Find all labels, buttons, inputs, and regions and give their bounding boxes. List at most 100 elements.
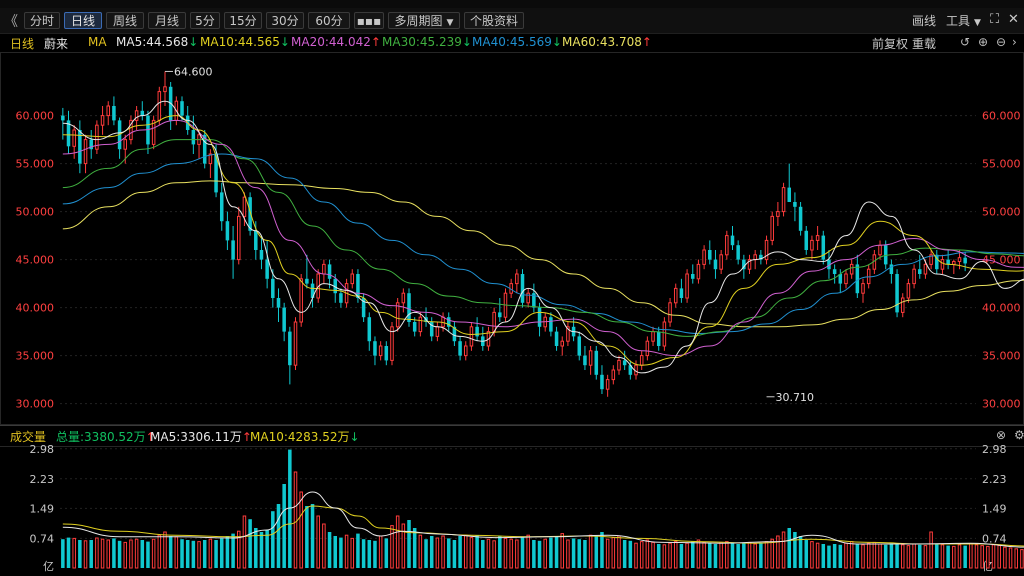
volume-bar-down <box>78 540 82 568</box>
volume-bar-down <box>918 544 922 568</box>
volume-bar-up <box>123 541 128 569</box>
settings-icon[interactable]: ⚙ <box>1014 428 1024 442</box>
volume-bar-up <box>242 515 247 569</box>
volume-bar-up <box>974 544 979 569</box>
volume-bar-up <box>441 535 445 569</box>
volume-bar-down <box>577 539 582 568</box>
candle-body-up <box>685 273 689 299</box>
volume-bar-up <box>747 541 752 569</box>
volume-bar-up <box>639 541 644 569</box>
volume-bar-up <box>492 540 496 569</box>
volume-bar-down <box>424 539 428 568</box>
volume-bar-down <box>889 543 894 568</box>
volume-bar-down <box>61 539 65 568</box>
volume-tick-label-right: 2.23 <box>982 473 1007 486</box>
candle-body-down <box>594 350 599 375</box>
volume-bar-down <box>827 545 831 568</box>
volume-ma5-text: MA5:3306.11万 <box>150 430 242 444</box>
volume-bar-up <box>844 542 848 569</box>
volume-bar-up <box>980 545 984 569</box>
volume-bar-up <box>906 545 911 569</box>
volume-bar-down <box>600 532 604 568</box>
candle-body-up <box>849 263 854 275</box>
volume-bar-down <box>327 532 332 568</box>
volume-bar-up <box>645 539 650 569</box>
candle-body-down <box>276 298 281 308</box>
volume-bar-up <box>151 538 156 569</box>
volume-bar-up <box>129 539 133 569</box>
candle-body-down <box>691 274 695 279</box>
volume-bar-up <box>662 544 667 569</box>
candle-body-up <box>134 110 139 121</box>
volume-bar-up <box>526 534 530 569</box>
volume-bar-up <box>969 543 973 569</box>
candle-body-up <box>322 263 326 275</box>
candle-body-up <box>418 316 423 333</box>
volume-bar-down <box>373 540 377 568</box>
volume-ma10-line <box>62 505 1024 547</box>
volume-bar-up <box>395 515 400 569</box>
candle-body-up <box>350 273 355 285</box>
volume-bar-up <box>401 523 406 569</box>
volume-bar-down <box>89 540 93 568</box>
candle-body-down <box>963 257 967 264</box>
candle-body-up <box>878 244 882 256</box>
candle-body-down <box>219 192 224 222</box>
volume-bar-up <box>515 539 519 569</box>
kline-chart[interactable]: 60.000 60.000 55.000 55.000 50.000 50.000 45.0… <box>0 0 1024 576</box>
volume-bar-up <box>673 541 678 569</box>
candle-body-down <box>855 264 860 294</box>
volume-bar-up <box>106 539 110 569</box>
volume-bar-down <box>191 540 196 568</box>
candle-body-down <box>254 230 258 250</box>
candle-body-up <box>696 263 701 280</box>
candle-body-up <box>906 283 911 299</box>
candle-body-up <box>611 369 616 381</box>
volume-bar-up <box>725 541 729 569</box>
candle-body-up <box>719 254 723 270</box>
candle-body-up <box>464 345 468 357</box>
candle-body-down <box>918 269 922 274</box>
volume-bar-up <box>293 471 298 569</box>
volume-bar-up <box>810 541 814 569</box>
candle-body-down <box>537 307 542 327</box>
candle-body-up <box>588 350 593 366</box>
price-tick-label-right: 50.000 <box>982 206 1021 219</box>
volume-bar-down <box>736 544 740 568</box>
volume-bar-down <box>214 540 218 568</box>
volume-bar-up <box>134 538 139 569</box>
price-tick-label-left: 60.000 <box>16 110 55 123</box>
volume-bar-down <box>787 528 791 568</box>
candle-body-down <box>373 341 377 356</box>
close-volume-icon[interactable]: ⊗ <box>996 428 1006 442</box>
candle-body-up <box>725 235 729 256</box>
volume-total-text: 总量:3380.52万 <box>56 430 146 444</box>
volume-bar-up <box>588 534 593 569</box>
volume-bar-down <box>895 544 899 568</box>
volume-ma5: MA5:3306.11万↑ <box>150 428 252 445</box>
volume-bar-up <box>764 541 769 569</box>
candle-body-up <box>673 287 678 304</box>
volume-bar-down <box>225 536 230 568</box>
volume-bar-up <box>543 538 547 569</box>
candle-body-down <box>288 331 292 366</box>
candle-body-down <box>736 245 740 260</box>
candle-body-down <box>231 240 235 260</box>
volume-bar-down <box>429 536 434 568</box>
volume-ma5-line <box>62 491 1024 548</box>
volume-bar-down <box>288 449 292 568</box>
candle-body-up <box>776 211 780 217</box>
candle-body-up <box>815 235 820 241</box>
candle-body-up <box>299 278 303 323</box>
candle-body-down <box>305 278 309 284</box>
volume-bar-up <box>100 538 105 569</box>
candle-body-up <box>163 86 167 93</box>
volume-bar-up <box>668 542 672 569</box>
candle-body-down <box>600 374 604 390</box>
volume-bar-up <box>503 537 508 569</box>
volume-bar-up <box>634 542 638 569</box>
volume-bar-down <box>679 544 684 568</box>
candle-body-up <box>810 239 814 251</box>
volume-bar-down <box>231 533 235 568</box>
volume-bar-down <box>185 540 190 568</box>
